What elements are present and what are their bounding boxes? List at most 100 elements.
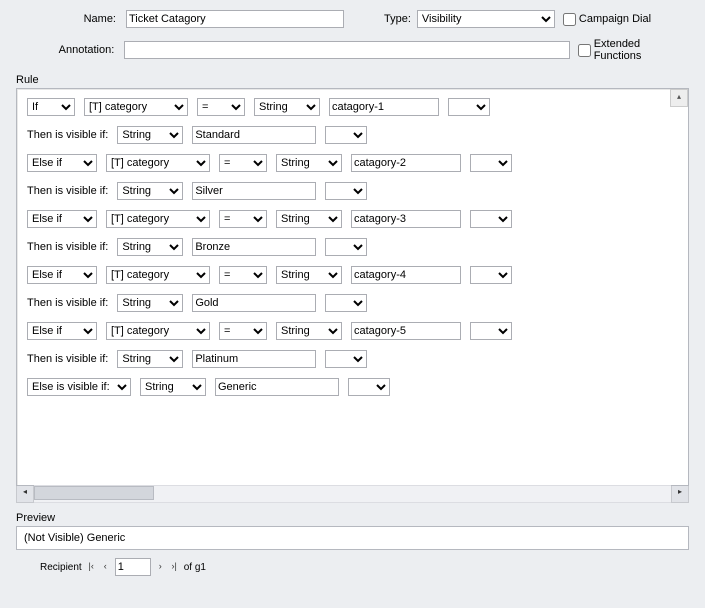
extended-functions-checkbox-wrap[interactable]: Extended Functions [578,38,689,62]
then-value-input[interactable] [192,294,316,312]
extra-select[interactable] [470,154,512,172]
scroll-thumb[interactable] [34,486,154,500]
name-label: Name: [16,13,126,25]
then-label: Then is visible if: [27,297,108,309]
condition-select[interactable]: Else if [27,210,97,228]
extended-functions-checkbox[interactable] [578,44,591,57]
field-select[interactable]: [T] category [106,210,210,228]
scroll-left-button[interactable]: ◂ [16,485,34,503]
extra-select[interactable] [470,266,512,284]
rule-box: ▴ If[T] category=StringThen is visible i… [16,88,689,486]
else-type-select[interactable]: String [140,378,206,396]
then-value-input[interactable] [192,126,316,144]
annotation-row: Annotation: Extended Functions [16,38,689,62]
rule-line: Then is visible if: String [27,294,678,312]
recipient-label: Recipient [40,562,82,573]
extended-functions-label: Extended Functions [594,38,689,62]
value-input[interactable] [351,322,461,340]
value-type-select[interactable]: String [276,322,342,340]
top-form: Name: Type: Visibility Campaign Dial Ann… [16,10,689,62]
then-label: Then is visible if: [27,129,108,141]
condition-select[interactable]: Else if [27,266,97,284]
first-page-button[interactable]: |‹ [87,561,96,574]
else-extra-select[interactable] [348,378,390,396]
then-value-input[interactable] [192,350,316,368]
campaign-dial-checkbox[interactable] [563,13,576,26]
preview-section-title: Preview [16,512,689,524]
rule-line: Then is visible if: String [27,238,678,256]
rule-editor-panel: Name: Type: Visibility Campaign Dial Ann… [0,0,705,586]
then-extra-select[interactable] [325,126,367,144]
rules-container: If[T] category=StringThen is visible if:… [27,98,678,396]
then-type-select[interactable]: String [117,182,183,200]
name-input[interactable] [126,10,344,28]
operator-select[interactable]: = [219,210,267,228]
operator-select[interactable]: = [219,322,267,340]
rule-line: Else if [T] category = String [27,154,678,172]
annotation-label: Annotation: [16,44,124,56]
condition-select[interactable]: Else if [27,322,97,340]
then-label: Then is visible if: [27,353,108,365]
next-page-button[interactable]: › [156,561,165,574]
value-type-select[interactable]: String [276,266,342,284]
scroll-up-icon[interactable]: ▴ [670,89,688,107]
then-type-select[interactable]: String [117,126,183,144]
then-extra-select[interactable] [325,350,367,368]
type-label: Type: [384,13,417,25]
operator-select[interactable]: = [197,98,245,116]
else-value-input[interactable] [215,378,339,396]
then-extra-select[interactable] [325,294,367,312]
horizontal-scrollbar[interactable]: ◂ ▸ [16,486,689,502]
value-type-select[interactable]: String [254,98,320,116]
preview-box: (Not Visible) Generic [16,526,689,550]
value-input[interactable] [351,154,461,172]
rule-line: Else if [T] category = String [27,210,678,228]
value-input[interactable] [351,266,461,284]
then-extra-select[interactable] [325,238,367,256]
rule-line: Then is visible if: String [27,126,678,144]
page-number-input[interactable] [115,558,151,576]
then-type-select[interactable]: String [117,238,183,256]
field-select[interactable]: [T] category [84,98,188,116]
last-page-button[interactable]: ›| [170,561,179,574]
rule-line: Then is visible if: String [27,350,678,368]
campaign-dial-checkbox-wrap[interactable]: Campaign Dial [563,13,651,26]
page-of-text: of g1 [184,562,206,573]
field-select[interactable]: [T] category [106,322,210,340]
scroll-track[interactable] [34,485,671,503]
operator-select[interactable]: = [219,154,267,172]
condition-select[interactable]: Else if [27,154,97,172]
rule-line: Else if [T] category = String [27,266,678,284]
extra-select[interactable] [470,322,512,340]
condition-select[interactable]: If [27,98,75,116]
rule-line: Then is visible if: String [27,182,678,200]
then-value-input[interactable] [192,238,316,256]
name-row: Name: Type: Visibility Campaign Dial [16,10,689,28]
extra-select[interactable] [448,98,490,116]
operator-select[interactable]: = [219,266,267,284]
prev-page-button[interactable]: ‹ [101,561,110,574]
rule-section-title: Rule [16,74,689,86]
annotation-input[interactable] [124,41,569,59]
then-value-input[interactable] [192,182,316,200]
type-select[interactable]: Visibility [417,10,555,28]
rule-line: Else if [T] category = String [27,322,678,340]
rule-line: Else is visible if: String [27,378,678,396]
preview-text: (Not Visible) Generic [24,532,125,544]
value-type-select[interactable]: String [276,210,342,228]
else-condition-select[interactable]: Else is visible if: [27,378,131,396]
field-select[interactable]: [T] category [106,154,210,172]
scroll-right-button[interactable]: ▸ [671,485,689,503]
then-extra-select[interactable] [325,182,367,200]
then-label: Then is visible if: [27,185,108,197]
recipient-bar: Recipient |‹ ‹ › ›| of g1 [16,558,689,576]
value-input[interactable] [329,98,439,116]
then-type-select[interactable]: String [117,350,183,368]
then-type-select[interactable]: String [117,294,183,312]
rule-line: If [T] category = String [27,98,678,116]
then-label: Then is visible if: [27,241,108,253]
value-input[interactable] [351,210,461,228]
field-select[interactable]: [T] category [106,266,210,284]
extra-select[interactable] [470,210,512,228]
value-type-select[interactable]: String [276,154,342,172]
